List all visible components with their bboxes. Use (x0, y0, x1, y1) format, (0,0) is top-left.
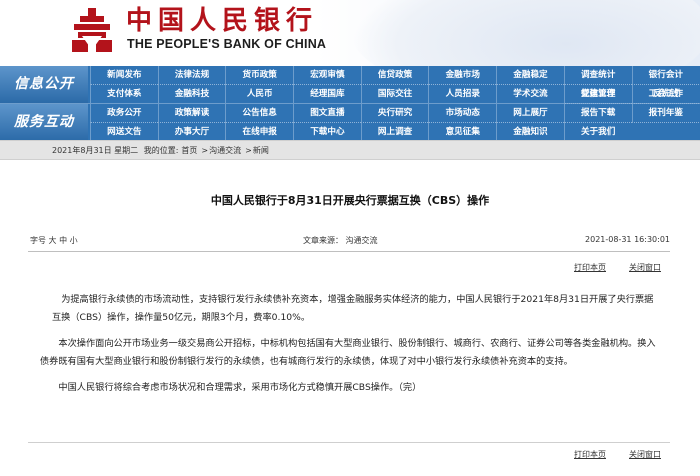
nav-item-online-filing[interactable]: 在线申报 (225, 122, 293, 141)
nav-item-union[interactable]: 工会工作 (631, 85, 700, 104)
nav-item-report-download[interactable]: 报告下载 (563, 104, 632, 123)
nav-item-yearbooks[interactable]: 报刊年鉴 (631, 104, 700, 123)
nav-item-government-affairs[interactable]: 政务公开 (90, 104, 158, 123)
nav-item-credit-policy[interactable]: 信贷政策 (360, 66, 429, 85)
article-title: 中国人民银行于8月31日开展央行票据互换（CBS）操作 (210, 194, 490, 207)
nav-item-download-center[interactable]: 下载中心 (293, 122, 361, 141)
font-size-small-link[interactable]: 小 (70, 236, 78, 245)
close-window-link[interactable]: 关闭窗口 (629, 262, 661, 273)
article-source: 文章来源： 沟通交流 (303, 235, 378, 246)
breadcrumb: 2021年8月31日 星期二 我的位置: 首页 >沟通交流 >新闻 (0, 140, 700, 160)
article-paragraph: 为提高银行永续债的市场流动性，支持银行发行永续债补充资本，增强金融服务实体经济的… (52, 294, 654, 323)
logo-english-name: THE PEOPLE'S BANK OF CHINA (127, 37, 327, 51)
print-page-link[interactable]: 打印本页 (574, 262, 606, 273)
article-body: 为提高银行永续债的市场流动性，支持银行发行永续债补充资本，增强金融服务实体经济的… (40, 291, 662, 405)
font-size-controls: 字号 大 中 小 (30, 235, 78, 246)
pboc-logo-icon[interactable] (68, 6, 116, 54)
nav-item-party-building[interactable]: 党建工作 (563, 85, 632, 104)
article-paragraph: 中国人民银行将综合考虑市场状况和合理需求，采用市场化方式稳慎开展CBS操作。（完… (58, 382, 422, 393)
nav-group-label: 服务互动 (0, 104, 88, 141)
breadcrumb-communication[interactable]: 沟通交流 (209, 146, 241, 155)
breadcrumb-separator: > (245, 146, 252, 155)
nav-item-news-release[interactable]: 新闻发布 (90, 66, 158, 85)
nav-item-monetary-policy[interactable]: 货币政策 (225, 66, 294, 85)
nav-group-label: 信息公开 (0, 66, 88, 103)
print-page-link[interactable]: 打印本页 (574, 449, 606, 460)
site-header: 中国人民银行 THE PEOPLE'S BANK OF CHINA (0, 0, 700, 66)
font-size-medium-link[interactable]: 中 (59, 236, 67, 245)
breadcrumb-home[interactable]: 首页 (181, 146, 197, 155)
article-date: 2021-08-31 16:30:01 (585, 235, 670, 244)
nav-item-laws[interactable]: 法律法规 (157, 66, 226, 85)
nav-item-macro-prudential[interactable]: 宏观审慎 (293, 66, 361, 85)
nav-item-announcements[interactable]: 公告信息 (225, 104, 294, 123)
source-label: 文章来源： (303, 236, 343, 245)
main-navigation: 信息公开 新闻发布 法律法规 货币政策 宏观审慎 信贷政策 金融市场 金融稳定 … (0, 66, 700, 141)
breadcrumb-separator: > (201, 146, 209, 155)
article-paragraph: 本次操作面向公开市场业务一级交易商公开招标，中标机构包括国有大型商业银行、股份制… (40, 338, 656, 367)
globe-background (350, 0, 700, 66)
nav-item-service-hall[interactable]: 办事大厅 (157, 122, 226, 141)
source-value: 沟通交流 (345, 236, 378, 245)
nav-item-financial-market[interactable]: 金融市场 (428, 66, 497, 85)
nav-item-notices[interactable]: 网送文告 (90, 122, 158, 141)
nav-item-statistics[interactable]: 调查统计 (563, 66, 632, 85)
font-size-large-link[interactable]: 大 (49, 236, 57, 245)
nav-item-policy-interpretation[interactable]: 政策解读 (157, 104, 226, 123)
font-size-label: 字号 (30, 236, 46, 245)
nav-item-online-exhibition[interactable]: 网上展厅 (496, 104, 564, 123)
nav-item-financial-stability[interactable]: 金融稳定 (496, 66, 564, 85)
nav-item-about-us[interactable]: 关于我们 (563, 122, 632, 141)
nav-item-live-broadcast[interactable]: 图文直播 (293, 104, 361, 123)
article-meta: 字号 大 中 小 文章来源： 沟通交流 2021-08-31 16:30:01 (30, 235, 670, 249)
nav-item-online-survey[interactable]: 网上调查 (360, 122, 429, 141)
nav-group-service: 服务互动 党建工作 工会工作 政务公开 政策解读 公告信息 图文直播 央行研究 … (0, 85, 700, 141)
breadcrumb-news[interactable]: 新闻 (253, 146, 269, 155)
nav-item-bank-accounting[interactable]: 银行会计 (631, 66, 700, 85)
breadcrumb-prefix: 我的位置: (143, 146, 179, 155)
nav-grid: 政务公开 政策解读 公告信息 图文直播 央行研究 市场动态 网上展厅 报告下载 … (90, 104, 700, 141)
nav-item-feedback[interactable]: 意见征集 (428, 122, 496, 141)
nav-item-research[interactable]: 央行研究 (360, 104, 429, 123)
meta-divider (28, 251, 670, 252)
close-window-link[interactable]: 关闭窗口 (629, 449, 661, 460)
logo-chinese-name: 中国人民银行 (126, 6, 319, 36)
breadcrumb-date: 2021年8月31日 星期二 (52, 146, 139, 155)
nav-item-financial-knowledge[interactable]: 金融知识 (496, 122, 564, 141)
footer-divider (28, 442, 670, 443)
nav-item-market-news[interactable]: 市场动态 (428, 104, 497, 123)
